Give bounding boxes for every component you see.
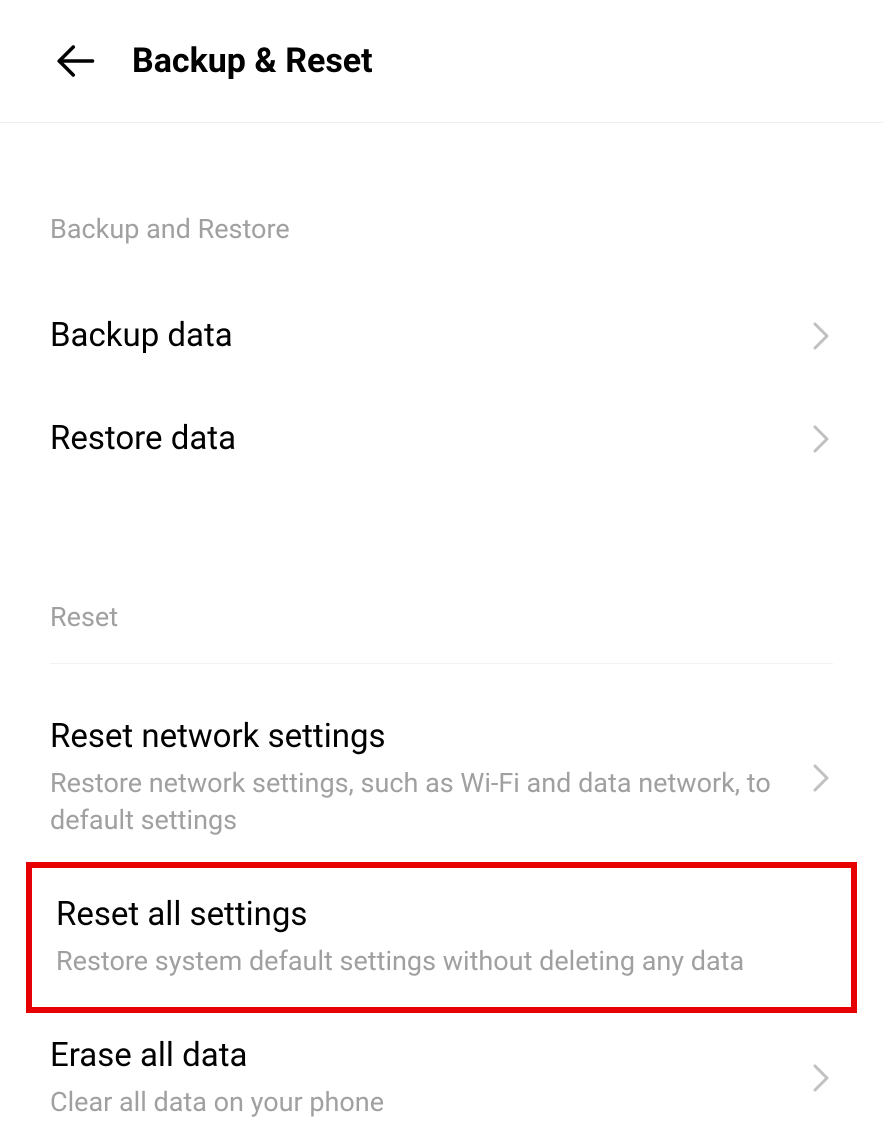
setting-item-reset-all-highlighted[interactable]: Reset all settings Restore system defaul… [26, 862, 857, 1013]
back-button[interactable] [50, 36, 100, 86]
section-header-reset: Reset [50, 491, 833, 664]
chevron-right-icon [809, 759, 833, 797]
setting-item-text: Restore data [50, 418, 809, 461]
setting-title: Erase all data [50, 1035, 789, 1078]
setting-item-text: Erase all data Clear all data on your ph… [50, 1035, 809, 1122]
section-header-backup: Backup and Restore [50, 123, 833, 285]
setting-title: Restore data [50, 418, 789, 461]
chevron-right-icon [809, 420, 833, 458]
setting-item-reset-network[interactable]: Reset network settings Restore network s… [50, 694, 833, 862]
page-header: Backup & Reset [0, 0, 883, 123]
setting-item-restore-data[interactable]: Restore data [50, 388, 833, 491]
setting-item-text: Reset network settings Restore network s… [50, 716, 809, 840]
reset-section: Reset network settings Restore network s… [50, 694, 833, 1144]
back-arrow-icon [54, 40, 96, 82]
chevron-right-icon [809, 317, 833, 355]
settings-content: Backup and Restore Backup data Restore d… [0, 123, 883, 1144]
setting-subtitle: Restore system default settings without … [56, 943, 807, 981]
setting-item-backup-data[interactable]: Backup data [50, 285, 833, 388]
setting-item-text: Backup data [50, 315, 809, 358]
setting-subtitle: Clear all data on your phone [50, 1084, 789, 1122]
setting-item-text: Reset all settings Restore system defaul… [56, 894, 827, 981]
setting-item-erase-all[interactable]: Erase all data Clear all data on your ph… [50, 1013, 833, 1144]
setting-title: Reset all settings [56, 894, 807, 937]
setting-title: Reset network settings [50, 716, 789, 759]
setting-title: Backup data [50, 315, 789, 358]
chevron-right-icon [809, 1059, 833, 1097]
setting-subtitle: Restore network settings, such as Wi-Fi … [50, 765, 789, 841]
page-title: Backup & Reset [132, 41, 373, 81]
